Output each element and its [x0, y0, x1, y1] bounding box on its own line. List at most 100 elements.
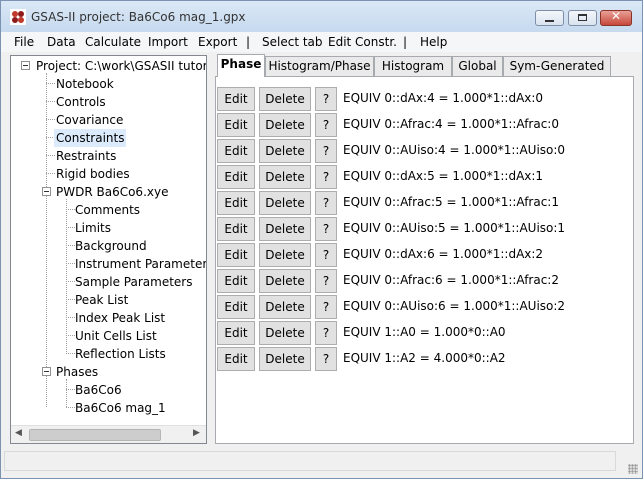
tree-item-index-peak-list[interactable]: Index Peak List	[75, 309, 165, 327]
constraint-text: EQUIV 0::Afrac:6 = 1.000*1::Afrac:2	[343, 273, 559, 287]
delete-button[interactable]: Delete	[259, 165, 311, 189]
data-tree[interactable]: Project: C:\work\GSASII tutorials Notebo…	[10, 55, 207, 444]
tree-item-phases[interactable]: Phases	[56, 363, 98, 381]
tab-histogram-phase[interactable]: Histogram/Phase	[265, 56, 374, 76]
collapse-icon[interactable]	[42, 187, 51, 196]
menu-file[interactable]: File	[14, 35, 34, 49]
tree-item-background[interactable]: Background	[75, 237, 147, 255]
edit-button[interactable]: Edit	[217, 191, 255, 215]
tree-item-covariance[interactable]: Covariance	[56, 111, 123, 129]
tree-connector	[46, 83, 55, 84]
edit-button[interactable]: Edit	[217, 243, 255, 267]
status-bar	[1, 449, 642, 478]
tab-sym-generated[interactable]: Sym-Generated	[503, 56, 611, 76]
tree-item-pwdr[interactable]: PWDR Ba6Co6.xye	[56, 183, 168, 201]
menu-select-tab[interactable]: Select tab	[262, 35, 323, 49]
tree-connector	[66, 227, 75, 228]
help-button[interactable]: ?	[315, 321, 337, 345]
constraint-text: EQUIV 0::Afrac:5 = 1.000*1::Afrac:1	[343, 195, 559, 209]
delete-button[interactable]: Delete	[259, 243, 311, 267]
tab-histogram[interactable]: Histogram	[374, 56, 452, 76]
tree-item-constraints[interactable]: Constraints	[54, 129, 127, 147]
delete-button[interactable]: Delete	[259, 321, 311, 345]
tab-phase[interactable]: Phase	[217, 54, 265, 77]
help-button[interactable]: ?	[315, 113, 337, 137]
constraint-row: Edit Delete ? EQUIV 0::AUiso:6 = 1.000*1…	[216, 295, 633, 319]
tree-item-reflection-lists[interactable]: Reflection Lists	[75, 345, 166, 363]
tree-item-controls[interactable]: Controls	[56, 93, 106, 111]
pane-splitter[interactable]	[209, 55, 212, 444]
constraint-row: Edit Delete ? EQUIV 0::AUiso:4 = 1.000*1…	[216, 139, 633, 163]
help-button[interactable]: ?	[315, 243, 337, 267]
minimize-icon	[545, 20, 554, 22]
minimize-button[interactable]	[535, 10, 564, 26]
resize-grip-icon[interactable]	[628, 464, 638, 474]
close-button[interactable]: ✕	[600, 9, 632, 26]
collapse-icon[interactable]	[42, 367, 51, 376]
tree-item-unit-cells-list[interactable]: Unit Cells List	[75, 327, 157, 345]
tree-item-rigid-bodies[interactable]: Rigid bodies	[56, 165, 130, 183]
tree-item-restraints[interactable]: Restraints	[56, 147, 116, 165]
edit-button[interactable]: Edit	[217, 269, 255, 293]
help-button[interactable]: ?	[315, 165, 337, 189]
constraint-text: EQUIV 0::AUiso:5 = 1.000*1::AUiso:1	[343, 221, 566, 235]
maximize-button[interactable]	[568, 10, 597, 26]
tree-item-limits[interactable]: Limits	[75, 219, 111, 237]
delete-button[interactable]: Delete	[259, 113, 311, 137]
edit-button[interactable]: Edit	[217, 165, 255, 189]
delete-button[interactable]: Delete	[259, 295, 311, 319]
delete-button[interactable]: Delete	[259, 347, 311, 371]
edit-button[interactable]: Edit	[217, 139, 255, 163]
help-button[interactable]: ?	[315, 269, 337, 293]
tree-connector	[66, 335, 75, 336]
tree-item-notebook[interactable]: Notebook	[56, 75, 114, 93]
delete-button[interactable]: Delete	[259, 87, 311, 111]
scroll-right-icon[interactable]: ▶	[193, 428, 200, 438]
help-button[interactable]: ?	[315, 87, 337, 111]
menu-data[interactable]: Data	[47, 35, 76, 49]
help-button[interactable]: ?	[315, 191, 337, 215]
help-button[interactable]: ?	[315, 139, 337, 163]
constraint-text: EQUIV 0::dAx:6 = 1.000*1::dAx:2	[343, 247, 544, 261]
edit-button[interactable]: Edit	[217, 321, 255, 345]
help-button[interactable]: ?	[315, 295, 337, 319]
help-button[interactable]: ?	[315, 347, 337, 371]
tree-item-comments[interactable]: Comments	[75, 201, 140, 219]
tree-item-ba6co6-mag1[interactable]: Ba6Co6 mag_1	[75, 399, 166, 417]
scroll-thumb[interactable]	[29, 429, 161, 441]
tree-connector	[66, 299, 75, 300]
tree-item-ba6co6[interactable]: Ba6Co6	[75, 381, 122, 399]
edit-button[interactable]: Edit	[217, 87, 255, 111]
tree-horizontal-scrollbar[interactable]: ◀ ▶	[11, 425, 206, 443]
tree-item-instrument-parameters[interactable]: Instrument Parameters	[75, 255, 206, 273]
constraint-row: Edit Delete ? EQUIV 0::dAx:6 = 1.000*1::…	[216, 243, 633, 267]
delete-button[interactable]: Delete	[259, 191, 311, 215]
tree-item-sample-parameters[interactable]: Sample Parameters	[75, 273, 193, 291]
edit-button[interactable]: Edit	[217, 347, 255, 371]
title-bar[interactable]: GSAS-II project: Ba6Co6 mag_1.gpx ✕	[1, 1, 642, 32]
edit-button[interactable]: Edit	[217, 295, 255, 319]
tree-connector	[46, 155, 55, 156]
delete-button[interactable]: Delete	[259, 217, 311, 241]
menu-export[interactable]: Export	[198, 35, 237, 49]
menu-help[interactable]: Help	[420, 35, 447, 49]
help-button[interactable]: ?	[315, 217, 337, 241]
edit-button[interactable]: Edit	[217, 217, 255, 241]
delete-button[interactable]: Delete	[259, 139, 311, 163]
tree-item-project[interactable]: Project: C:\work\GSASII tutorials	[36, 57, 206, 75]
collapse-icon[interactable]	[21, 61, 30, 70]
gsas-logo-icon	[10, 9, 26, 25]
tab-global[interactable]: Global	[452, 56, 503, 76]
scroll-left-icon[interactable]: ◀	[15, 428, 22, 438]
window-title: GSAS-II project: Ba6Co6 mag_1.gpx	[31, 10, 246, 24]
tree-connector	[46, 119, 55, 120]
menu-calculate[interactable]: Calculate	[85, 35, 141, 49]
menu-edit-constr[interactable]: Edit Constr.	[328, 35, 397, 49]
tree-item-peak-list[interactable]: Peak List	[75, 291, 128, 309]
constraint-text: EQUIV 1::A0 = 1.000*0::A0	[343, 325, 506, 339]
menu-import[interactable]: Import	[148, 35, 188, 49]
tree-connector	[66, 407, 75, 408]
edit-button[interactable]: Edit	[217, 113, 255, 137]
menu-separator: |	[403, 35, 408, 49]
delete-button[interactable]: Delete	[259, 269, 311, 293]
